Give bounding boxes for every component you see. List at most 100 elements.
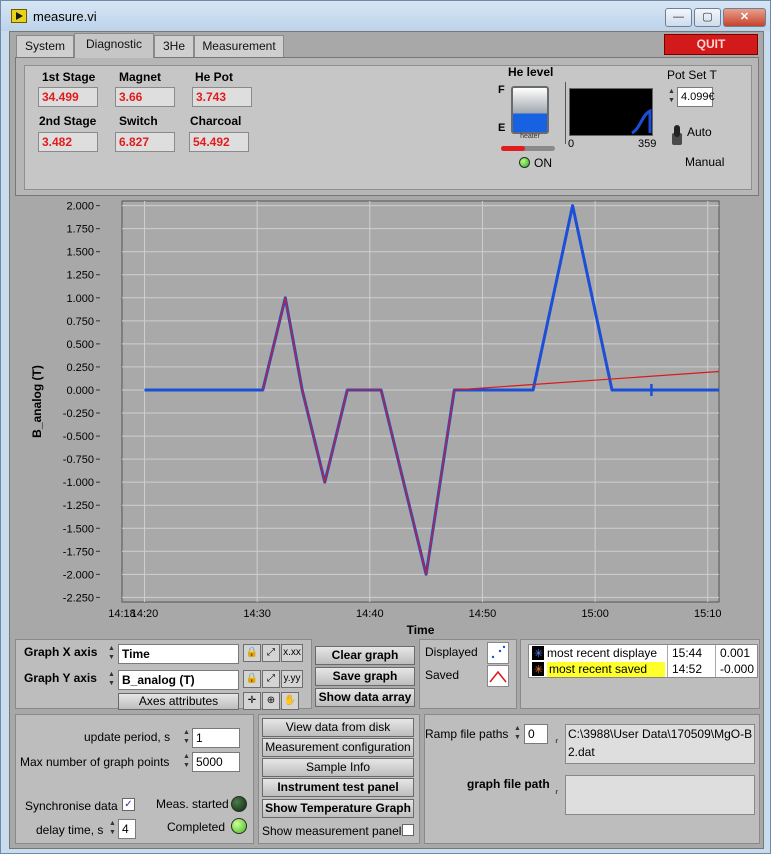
heater-on-led	[519, 157, 530, 168]
x-autoscale-icon[interactable]: ⤢	[262, 644, 280, 662]
y-tick-label: 0.250	[66, 362, 94, 374]
crosshair-icon[interactable]: ✛	[243, 692, 261, 710]
max-graph-points-stepper[interactable]: ▲ ▼	[182, 752, 191, 772]
save-graph-button[interactable]: Save graph	[315, 667, 415, 686]
pot-set-input[interactable]: 4.099€	[677, 87, 715, 107]
maximize-button[interactable]: ▢	[694, 8, 721, 27]
switch-value: 6.827	[115, 132, 175, 152]
instrument-test-panel-button[interactable]: Instrument test panel	[262, 778, 414, 797]
b-analog-graph[interactable]: 14:1814:2014:3014:4014:5015:0015:1015:20…	[15, 197, 759, 637]
tab-diagnostic[interactable]: Diagnostic	[74, 33, 154, 58]
pan-hand-icon[interactable]: ✋	[281, 692, 299, 710]
show-temperature-graph-button[interactable]: Show Temperature Graph	[262, 799, 414, 818]
y-tick-label: 1.750	[66, 224, 94, 236]
he-level-label: He level	[508, 65, 554, 79]
displayed-plot-style-icon[interactable]	[487, 642, 509, 664]
y-tick-label: -1.500	[63, 523, 94, 535]
saved-label: Saved	[425, 668, 460, 682]
axes-attributes-button[interactable]: Axes attributes	[118, 693, 239, 710]
y-tick-label: 1.250	[66, 270, 94, 282]
auto-label: Auto	[687, 125, 712, 139]
synchronise-data-checkbox[interactable]: ✓	[122, 798, 135, 811]
graph-x-axis-select[interactable]: Time	[118, 644, 239, 664]
he-level-tank	[511, 86, 549, 134]
legend-displayed-name: most recent displaye	[547, 646, 658, 660]
zoom-icon[interactable]: ⊕	[262, 692, 280, 710]
charcoal-label: Charcoal	[190, 114, 242, 128]
legend-saved-value: -0.000	[720, 662, 755, 676]
front-panel: System Diagnostic 3He Measurement QUIT 1…	[9, 31, 764, 849]
x-tick-label: 14:20	[131, 608, 159, 620]
ramp-file-paths-label: Ramp file paths	[425, 727, 509, 741]
update-period-stepper[interactable]: ▲ ▼	[182, 728, 191, 748]
he-chart-left-axis	[565, 82, 571, 144]
heater-on-label: ON	[534, 156, 552, 170]
tab-measurement[interactable]: Measurement	[194, 35, 284, 57]
measurement-configuration-button[interactable]: Measurement configuration	[262, 738, 414, 757]
graph-y-axis-select[interactable]: B_analog (T)	[118, 670, 239, 690]
y-autoscale-icon[interactable]: ⤢	[262, 670, 280, 688]
quit-button[interactable]: QUIT	[664, 34, 758, 55]
y-tick-label: -2.000	[63, 569, 94, 581]
y-tick-label: 0.750	[66, 316, 94, 328]
update-period-input[interactable]: 1	[192, 728, 240, 748]
svg-text:✳: ✳	[534, 663, 543, 676]
legend-displayed-value: 0.001	[720, 646, 751, 660]
ramp-file-index-stepper[interactable]: ▲ ▼	[513, 724, 522, 744]
graph-x-axis-stepper[interactable]: ▲ ▼	[107, 644, 116, 664]
view-data-from-disk-button[interactable]: View data from disk	[262, 718, 414, 737]
title-bar: measure.vi — ▢ ✕	[1, 1, 770, 31]
stage2-label: 2nd Stage	[39, 114, 97, 128]
x-tick-label: 15:00	[581, 608, 609, 620]
magnet-value: 3.66	[115, 87, 175, 107]
x-tick-label: 14:30	[243, 608, 271, 620]
legend-saved-name: most recent saved	[547, 662, 665, 677]
show-measurement-panel-checkbox[interactable]	[402, 824, 414, 836]
x-tick-label: 15:10	[694, 608, 722, 620]
ramp-file-path[interactable]: C:\3988\User Data\170509\MgO-B2.dat	[565, 724, 755, 764]
he-history-trace	[631, 108, 652, 135]
lock-icon[interactable]: 🔒	[243, 644, 261, 662]
tab-panel-diagnostic: 1st Stage 34.499 Magnet 3.66 He Pot 3.74…	[15, 57, 759, 196]
heater-bar	[501, 146, 555, 151]
legend-divider	[715, 645, 716, 677]
delay-time-stepper[interactable]: ▲ ▼	[108, 819, 117, 839]
y-tick-label: 0.000	[66, 385, 94, 397]
saved-plot-style-icon[interactable]	[487, 665, 509, 687]
y-tick-label: -2.250	[63, 592, 94, 604]
plot-legend: ✳ most recent displaye 15:44 0.001 ✳ mos…	[528, 644, 758, 678]
path-browse-icon[interactable]: ⸢	[555, 725, 563, 765]
lock-icon[interactable]: 🔒	[243, 670, 261, 688]
graph-file-path-field[interactable]	[565, 775, 755, 815]
completed-label: Completed	[167, 820, 226, 834]
path-browse-icon[interactable]: ⸢	[555, 777, 563, 815]
max-graph-points-input[interactable]: 5000	[192, 752, 240, 772]
delay-time-input[interactable]: 4	[118, 819, 136, 839]
minimize-button[interactable]: —	[665, 8, 692, 27]
show-data-array-button[interactable]: Show data array	[315, 688, 415, 707]
ramp-file-index-input[interactable]: 0	[524, 724, 548, 744]
he-empty-label: E	[498, 122, 506, 134]
auto-manual-toggle-icon[interactable]	[670, 124, 682, 145]
legend-displayed-time: 15:44	[672, 646, 703, 660]
clear-graph-button[interactable]: Clear graph	[315, 646, 415, 665]
pot-set-stepper[interactable]: ▲ ▼	[667, 87, 676, 107]
meas-started-led	[231, 796, 247, 812]
he-chart-x-min: 0	[568, 138, 575, 150]
sample-info-button[interactable]: Sample Info	[262, 758, 414, 777]
tab-3he[interactable]: 3He	[154, 35, 194, 57]
tab-system[interactable]: System	[16, 35, 74, 57]
y-axis-title: B_analog (T)	[30, 365, 44, 438]
graph-panel: 14:1814:2014:3014:4014:5015:0015:1015:20…	[15, 197, 759, 637]
main-window: measure.vi — ▢ ✕ System Diagnostic 3He M…	[0, 0, 771, 854]
pot-set-label: Pot Set T	[667, 68, 717, 82]
close-button[interactable]: ✕	[723, 8, 766, 27]
x-format-icon[interactable]: x.xx	[281, 644, 303, 662]
legend-divider	[667, 645, 668, 677]
y-tick-label: -0.500	[63, 431, 94, 443]
graph-y-axis-stepper[interactable]: ▲ ▼	[107, 670, 116, 690]
y-format-icon[interactable]: y.yy	[281, 670, 303, 688]
plot-area	[121, 200, 720, 603]
x-axis-title: Time	[407, 623, 435, 637]
y-tick-label: -1.000	[63, 477, 94, 489]
